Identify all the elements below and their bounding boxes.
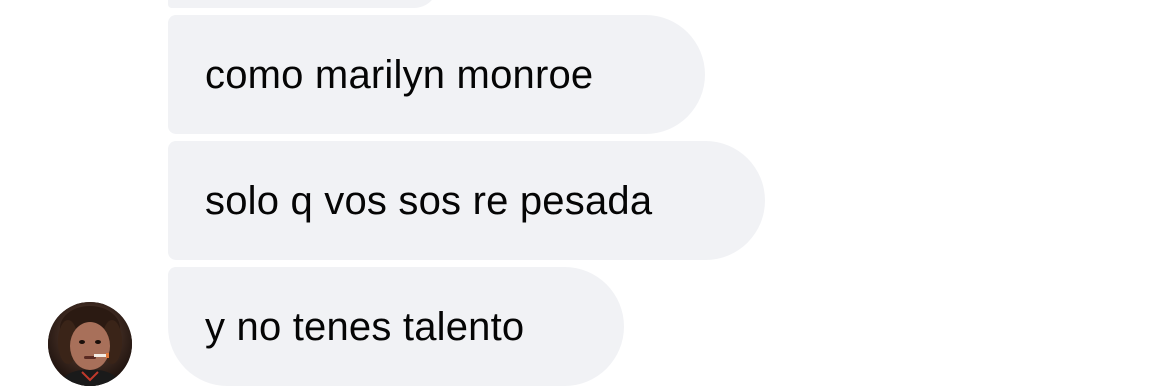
- message-bubble[interactable]: solo q vos sos re pesada: [168, 141, 765, 260]
- message-thread: como marilyn monroe solo q vos sos re pe…: [0, 0, 1169, 389]
- sender-avatar[interactable]: [48, 302, 132, 386]
- message-bubble[interactable]: y no tenes talento: [168, 267, 624, 386]
- message-text: y no tenes talento: [205, 304, 525, 349]
- message-bubble-previous[interactable]: [168, 0, 438, 8]
- message-bubble[interactable]: como marilyn monroe: [168, 15, 705, 134]
- message-text: como marilyn monroe: [205, 52, 594, 97]
- avatar-photo-icon: [48, 302, 132, 386]
- message-text: solo q vos sos re pesada: [205, 178, 653, 223]
